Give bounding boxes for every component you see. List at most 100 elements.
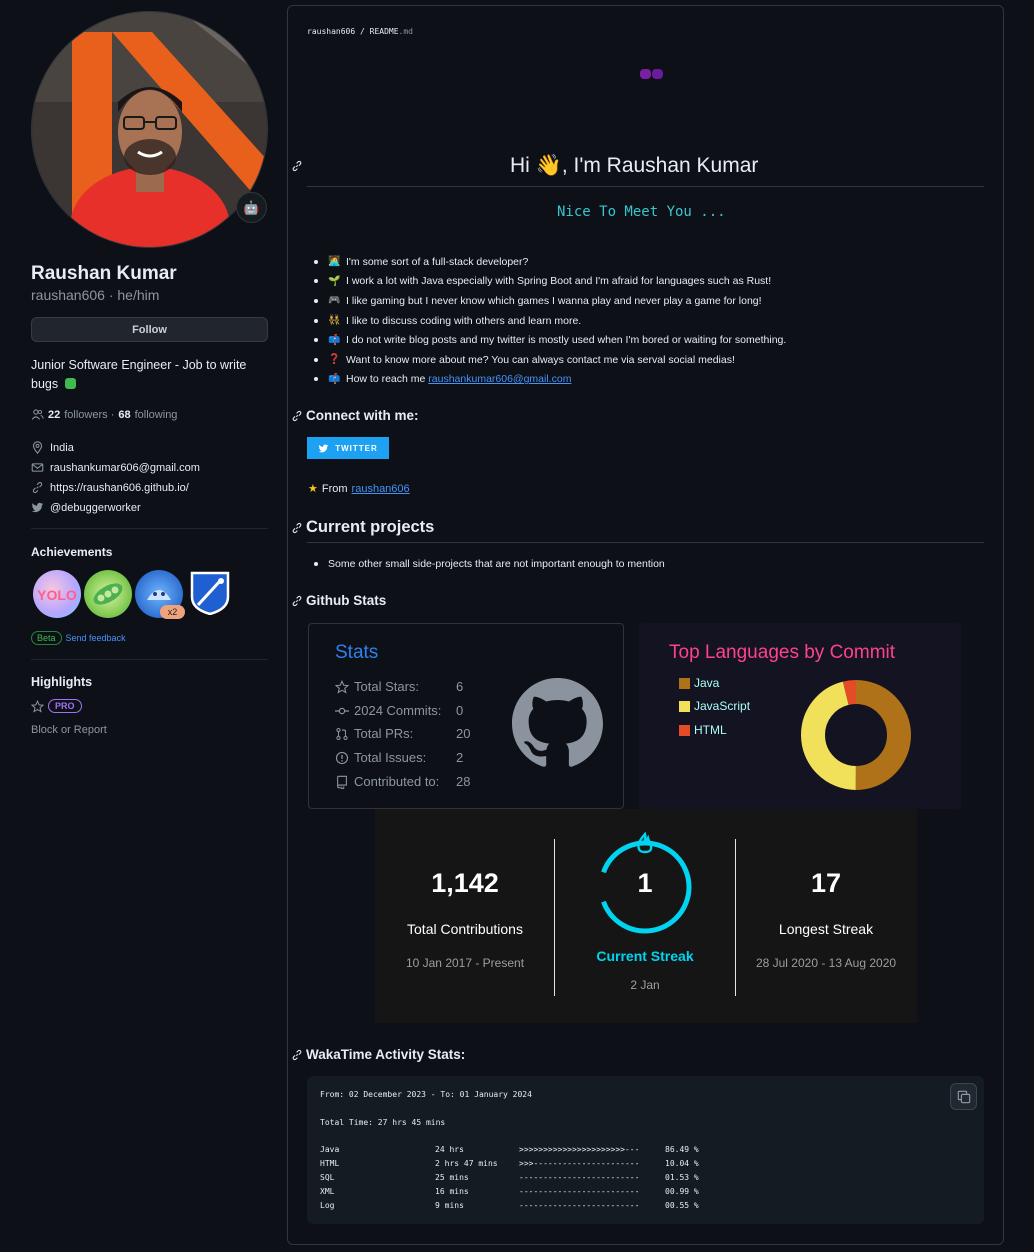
- heading-anchor-link-icon[interactable]: [291, 160, 303, 172]
- achievements-title[interactable]: Achievements: [31, 545, 112, 559]
- star-icon: [31, 699, 44, 713]
- mailbox-icon: 📫: [328, 373, 341, 385]
- waka-bar: -------------------------: [519, 1187, 640, 1196]
- list-item-text: I like gaming but I never know which gam…: [346, 294, 762, 307]
- waka-time: 25 mins: [435, 1173, 469, 1182]
- legend-swatch: [679, 724, 690, 736]
- block-or-report-link[interactable]: Block or Report: [31, 724, 107, 736]
- projects-heading-text: Current projects: [306, 518, 435, 536]
- beta-feedback-row: Beta Send feedback: [31, 631, 126, 645]
- list-item-text: I'm some sort of a full-stack developer?: [346, 255, 529, 268]
- pull-request-icon: [336, 727, 348, 740]
- legend-item: JavaScript: [679, 699, 750, 713]
- following-count[interactable]: 68: [118, 409, 130, 421]
- divider: [554, 839, 555, 996]
- gamepad-icon: 🎮: [328, 295, 341, 307]
- waka-lang: SQL: [320, 1173, 335, 1182]
- waka-lang: Java: [320, 1145, 340, 1154]
- profile-twitter[interactable]: @debuggerworker: [31, 501, 141, 514]
- location-text: India: [50, 441, 74, 454]
- twitter-icon: [31, 502, 44, 513]
- readme-path-user[interactable]: raushan606: [307, 27, 355, 36]
- from-label: From: [321, 482, 348, 495]
- github-stats-heading: Github Stats: [291, 593, 386, 608]
- starstruck-badge-icon: [190, 571, 230, 616]
- infinity-dots-icon: [640, 66, 663, 79]
- stat-row: 2024 Commits: 0: [335, 703, 463, 718]
- send-feedback-link[interactable]: Send feedback: [66, 633, 126, 643]
- status-emoji-button[interactable]: 🤖: [236, 192, 267, 223]
- waka-percent: 00.55 %: [665, 1201, 699, 1210]
- website-link[interactable]: https://raushan606.github.io/: [50, 482, 189, 494]
- heading-anchor-link-icon[interactable]: [291, 410, 303, 422]
- list-item: 🌱 I work a lot with Java especially with …: [314, 272, 994, 292]
- twitter-badge-button[interactable]: TWITTER: [307, 437, 389, 459]
- divider: [31, 528, 268, 529]
- legend-item: HTML: [679, 723, 727, 737]
- wakatime-range: From: 02 December 2023 - To: 01 January …: [320, 1090, 532, 1099]
- github-stats-heading-text: Github Stats: [306, 593, 387, 608]
- peas-badge-icon: [93, 583, 123, 605]
- stat-value: 2: [456, 750, 464, 765]
- svg-text:YOLO: YOLO: [37, 587, 77, 603]
- stats-card-title: Stats: [335, 642, 379, 663]
- followers-following: 22 followers · 68 following: [31, 408, 177, 421]
- email-link[interactable]: raushankumar606@gmail.com: [50, 462, 200, 474]
- current-streak-range: 2 Jan: [630, 978, 660, 992]
- legend-swatch: [679, 700, 690, 712]
- heading-anchor-link-icon[interactable]: [291, 1049, 303, 1061]
- copy-button[interactable]: [950, 1083, 977, 1110]
- list-item-text: I work a lot with Java especially with S…: [346, 275, 772, 288]
- reach-email-link[interactable]: raushankumar606@gmail.com: [428, 373, 571, 385]
- profile-login: raushan606 · he/him: [31, 287, 160, 303]
- from-link[interactable]: raushan606: [352, 483, 410, 495]
- list-item: 👯 I like to discuss coding with others an…: [314, 311, 994, 331]
- waka-lang: HTML: [320, 1159, 340, 1168]
- heading-anchor-link-icon[interactable]: [291, 595, 303, 607]
- list-item: ❓ Want to know more about me? You can alw…: [314, 350, 994, 370]
- follow-button[interactable]: Follow: [31, 317, 268, 342]
- seedling-icon: 🌱: [328, 275, 341, 287]
- stat-row: Total Stars: 6: [335, 679, 463, 694]
- profile-email[interactable]: raushankumar606@gmail.com: [31, 461, 200, 474]
- following-label[interactable]: following: [135, 409, 178, 421]
- waka-time: 2 hrs 47 mins: [435, 1159, 498, 1168]
- pro-badge: PRO: [48, 699, 82, 713]
- list-item: 📫 I do not write blog posts and my twitte…: [314, 330, 994, 350]
- twitter-handle[interactable]: @debuggerworker: [50, 502, 141, 514]
- badge-yolo[interactable]: YOLO: [33, 570, 81, 618]
- waka-time: 9 mins: [435, 1201, 464, 1210]
- heading-anchor-link-icon[interactable]: [291, 522, 303, 534]
- waka-percent: 00.99 %: [665, 1187, 699, 1196]
- list-item: Some other small side-projects that are …: [314, 558, 665, 570]
- current-streak-label: Current Streak: [596, 948, 694, 964]
- star-emoji-icon: ★: [308, 483, 318, 495]
- longest-streak-label: Longest Streak: [778, 921, 874, 937]
- bio-text: Junior Software Engineer - Job to write …: [31, 358, 247, 391]
- total-contributions-label: Total Contributions: [407, 921, 523, 937]
- languages-donut-chart: [801, 680, 911, 790]
- wakatime-heading: WakaTime Activity Stats:: [291, 1047, 465, 1062]
- avatar[interactable]: [31, 11, 268, 248]
- followers-label[interactable]: followers ·: [64, 409, 114, 421]
- badge-pair-extraordinaire[interactable]: [84, 570, 132, 618]
- about-me-list: 🧑‍💻 I'm some sort of a full-stack develop…: [314, 252, 994, 389]
- total-contributions-range: 10 Jan 2017 - Present: [405, 956, 525, 970]
- people-dancing-icon: 👯: [328, 315, 341, 327]
- stat-value: 6: [456, 679, 464, 694]
- star-icon: [335, 679, 349, 694]
- badge-starstruck[interactable]: [190, 571, 230, 616]
- readme-path-file: README: [369, 27, 399, 36]
- waka-bar: -------------------------: [519, 1201, 640, 1210]
- readme-path-separator: /: [355, 27, 370, 36]
- profile-website[interactable]: https://raushan606.github.io/: [31, 481, 189, 494]
- stat-value: 20: [456, 726, 471, 741]
- stat-label: Total Issues:: [354, 750, 427, 765]
- commit-icon: [335, 707, 349, 714]
- legend-swatch: [679, 677, 690, 689]
- stat-value: 28: [456, 774, 471, 789]
- link-icon: [32, 482, 43, 493]
- waka-bar: >>>----------------------: [519, 1159, 640, 1168]
- stat-row: Total Issues: 2: [335, 750, 463, 765]
- followers-count[interactable]: 22: [48, 409, 60, 421]
